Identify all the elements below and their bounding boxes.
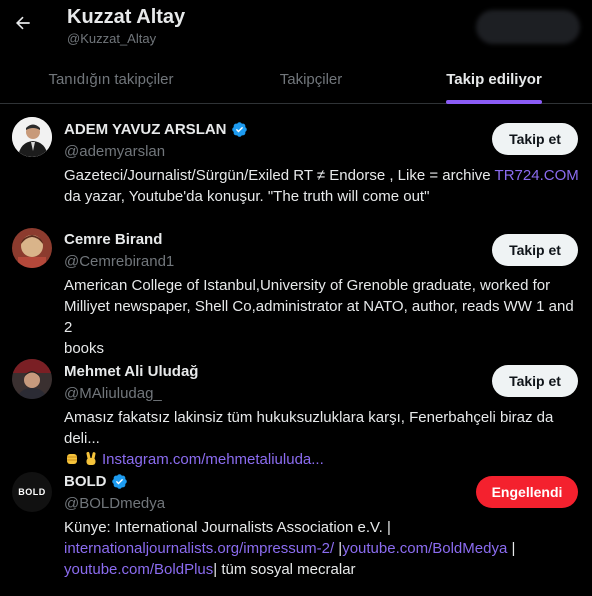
- list-item[interactable]: Mehmet Ali Uludağ @MAliuludag_ Amasız fa…: [0, 339, 592, 468]
- follow-button[interactable]: Takip et: [492, 365, 578, 397]
- tab-followers[interactable]: Takipçiler: [208, 54, 414, 104]
- bio-separator: |: [334, 540, 343, 557]
- user-handle: @ademyarslan: [64, 143, 166, 160]
- user-name[interactable]: Cemre Birand: [64, 231, 162, 248]
- bio-text: Milliyet newspaper, Shell Co,administrat…: [64, 298, 574, 336]
- bio-link[interactable]: internationaljournalists.org/impressum-2…: [64, 540, 334, 557]
- user-bio: Amasız fakatsız lakinsiz tüm hukuksuzluk…: [64, 407, 584, 470]
- bio-separator: |: [507, 540, 516, 557]
- user-name-text: ADEM YAVUZ ARSLAN: [64, 121, 227, 138]
- user-handle: @Cemrebirand1: [64, 253, 175, 270]
- bio-text: da yazar, Youtube'da konuşur. "The truth…: [64, 188, 430, 205]
- avatar: [12, 359, 52, 399]
- bio-text: Amasız fakatsız lakinsiz tüm hukuksuzluk…: [64, 409, 554, 447]
- bio-text: | tüm sosyal mecralar: [213, 561, 356, 578]
- avatar: [12, 228, 52, 268]
- bio-link[interactable]: TR724.COM: [495, 167, 579, 184]
- list-item[interactable]: ADEM YAVUZ ARSLAN @ademyarslan Gazeteci/…: [0, 105, 592, 211]
- tab-known-followers[interactable]: Tanıdığın takipçiler: [14, 54, 208, 104]
- user-name[interactable]: ADEM YAVUZ ARSLAN: [64, 121, 248, 138]
- blurred-header-button[interactable]: [476, 10, 580, 44]
- verified-badge-icon: [231, 121, 248, 138]
- user-handle: @MAliuludag_: [64, 385, 162, 402]
- avatar: [12, 117, 52, 157]
- active-tab-indicator: [446, 100, 542, 104]
- tab-following[interactable]: Takip ediliyor: [414, 54, 574, 104]
- bio-text: Künye: International Journalists Associa…: [64, 519, 391, 536]
- bio-text: Gazeteci/Journalist/Sürgün/Exiled RT ≠ E…: [64, 167, 495, 184]
- bold-logo: BOLD: [18, 487, 46, 497]
- list-item[interactable]: Cemre Birand @Cemrebirand1 American Coll…: [0, 211, 592, 357]
- back-button[interactable]: [8, 8, 38, 38]
- follow-button[interactable]: Takip et: [492, 234, 578, 266]
- user-name[interactable]: Mehmet Ali Uludağ: [64, 363, 198, 380]
- follow-button[interactable]: Takip et: [492, 123, 578, 155]
- user-name-text: Cemre Birand: [64, 231, 163, 248]
- user-name[interactable]: BOLD: [64, 473, 128, 490]
- blocked-button[interactable]: Engellendi: [476, 476, 578, 508]
- user-bio: Künye: International Journalists Associa…: [64, 517, 584, 580]
- bio-link[interactable]: youtube.com/BoldMedya: [342, 540, 507, 557]
- profile-handle: @Kuzzat_Altay: [67, 31, 157, 46]
- verified-badge-icon: [111, 473, 128, 490]
- raised-fist-emoji-icon: [67, 454, 77, 464]
- profile-header: Kuzzat Altay @Kuzzat_Altay: [0, 0, 592, 54]
- list-item[interactable]: BOLD BOLD @BOLDmedya Künye: Internationa…: [0, 465, 592, 596]
- user-handle: @BOLDmedya: [64, 495, 166, 512]
- victory-hand-emoji-icon: [86, 451, 96, 465]
- user-name-text: BOLD: [64, 473, 107, 490]
- follow-tabs: Tanıdığın takipçiler Takipçiler Takip ed…: [0, 54, 592, 104]
- profile-name: Kuzzat Altay: [67, 6, 186, 28]
- user-bio: Gazeteci/Journalist/Sürgün/Exiled RT ≠ E…: [64, 165, 584, 207]
- back-arrow-icon: [16, 16, 30, 30]
- bio-link[interactable]: youtube.com/BoldPlus: [64, 561, 213, 578]
- avatar: BOLD: [12, 472, 52, 512]
- bio-text: American College of Istanbul,University …: [64, 277, 551, 294]
- user-name-text: Mehmet Ali Uludağ: [64, 363, 199, 380]
